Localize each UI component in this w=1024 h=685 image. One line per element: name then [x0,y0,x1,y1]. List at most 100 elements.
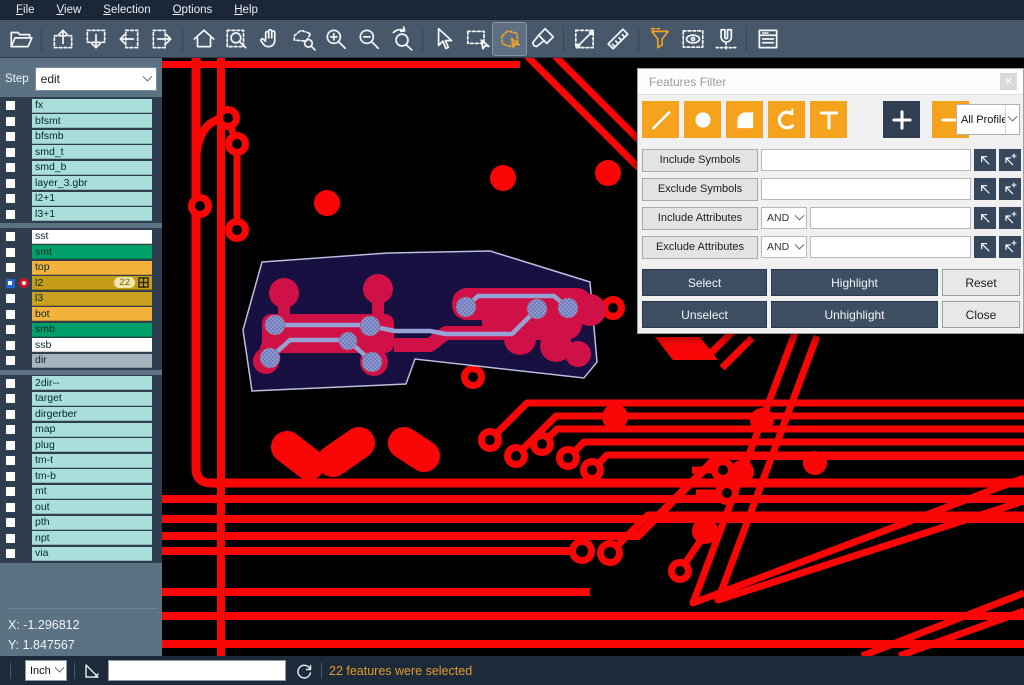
add-filter-button[interactable] [883,101,920,138]
features-filter-funnel-button[interactable] [643,23,676,55]
layer-row-pth[interactable]: pth [0,515,162,531]
dialog-title-bar[interactable]: Features Filter × [638,69,1023,95]
layer-checkbox[interactable] [5,116,16,127]
zoom-out-button[interactable] [352,23,385,55]
exclude-symbols-button[interactable]: Exclude Symbols [642,178,758,201]
layer-checkbox[interactable] [5,424,16,435]
layer-row-bfsmb[interactable]: bfsmb [0,129,162,145]
arrow-nw-button[interactable] [974,149,996,171]
close-icon[interactable]: × [1000,73,1017,90]
layer-row-tm-t[interactable]: tm-t [0,453,162,469]
layer-row-l3+1[interactable]: l3+1 [0,207,162,223]
menu-help[interactable]: Help [224,2,268,18]
layer-row-sst[interactable]: sst [0,229,162,245]
feature-line-button[interactable] [642,101,679,138]
layer-row-smd_t[interactable]: smd_t [0,145,162,161]
clear-brush-button[interactable] [526,23,559,55]
layer-checkbox[interactable] [5,548,16,559]
layer-row-layer_3.gbr[interactable]: layer_3.gbr [0,176,162,192]
zoom-previous-button[interactable] [385,23,418,55]
box-arrow-up-button[interactable] [46,23,79,55]
pointer-select-button[interactable] [427,23,460,55]
layer-row-top[interactable]: top [0,260,162,276]
layer-checkbox[interactable] [5,178,16,189]
menu-options[interactable]: Options [163,2,223,18]
filter-value-input[interactable] [761,178,971,200]
layer-row-2dir--[interactable]: 2dir-- [0,376,162,392]
box-arrow-down-button[interactable] [79,23,112,55]
layer-checkbox[interactable] [5,486,16,497]
layer-row-bfsmt[interactable]: bfsmt [0,114,162,130]
close-button[interactable]: Close [942,301,1020,328]
layer-row-dir[interactable]: dir [0,353,162,369]
layer-checkbox[interactable] [5,355,16,366]
layer-checkbox[interactable] [5,278,16,289]
arrow-nw-button[interactable] [974,236,996,258]
layer-checkbox[interactable] [5,455,16,466]
layer-row-via[interactable]: via [0,546,162,562]
layer-row-l3[interactable]: l3 [0,291,162,307]
include-symbols-button[interactable]: Include Symbols [642,149,758,172]
open-folder-button[interactable] [4,23,37,55]
layer-row-target[interactable]: target [0,391,162,407]
unselect-button[interactable]: Unselect [642,301,767,328]
feature-arc-button[interactable] [768,101,805,138]
polygon-select-button[interactable] [493,23,526,55]
zoom-object-button[interactable] [286,23,319,55]
unit-select[interactable]: Inch [25,660,67,681]
step-select[interactable]: edit [35,67,157,91]
arrow-nw-plus-button[interactable] [999,149,1021,171]
layer-checkbox[interactable] [5,231,16,242]
arrow-nw-plus-button[interactable] [999,178,1021,200]
layer-row-smb[interactable]: smb [0,322,162,338]
layer-checkbox[interactable] [5,471,16,482]
layer-checkbox[interactable] [5,293,16,304]
feature-surface-button[interactable] [726,101,763,138]
layer-row-mt[interactable]: mt [0,484,162,500]
layer-checkbox[interactable] [5,517,16,528]
layer-checkbox[interactable] [5,324,16,335]
layer-row-smt[interactable]: smt [0,245,162,261]
filter-value-input[interactable] [761,149,971,171]
arrow-nw-button[interactable] [974,178,996,200]
snap-magnet-button[interactable] [709,23,742,55]
measure-distance-button[interactable] [568,23,601,55]
layer-checkbox[interactable] [5,100,16,111]
layer-checkbox[interactable] [5,193,16,204]
layer-row-smd_b[interactable]: smd_b [0,160,162,176]
box-arrow-left-button[interactable] [112,23,145,55]
layer-row-l2+1[interactable]: l2+1 [0,191,162,207]
layer-checkbox[interactable] [5,440,16,451]
layer-checkbox[interactable] [5,409,16,420]
layer-row-tm-b[interactable]: tm-b [0,469,162,485]
layer-checkbox[interactable] [5,262,16,273]
layer-checkbox[interactable] [5,309,16,320]
arrow-nw-button[interactable] [974,207,996,229]
layer-checkbox[interactable] [5,209,16,220]
operator-select[interactable]: AND [761,236,807,258]
profile-select[interactable]: All Profile [956,104,1020,135]
feature-text-button[interactable] [810,101,847,138]
layer-row-fx[interactable]: fx [0,98,162,114]
corner-triangle-icon[interactable] [82,661,102,681]
arrow-nw-plus-button[interactable] [999,207,1021,229]
menu-view[interactable]: View [47,2,92,18]
layer-checkbox[interactable] [5,131,16,142]
layer-checkbox[interactable] [5,393,16,404]
menu-file[interactable]: File [6,2,45,18]
filter-value-input[interactable] [810,207,971,229]
layer-row-plug[interactable]: plug [0,438,162,454]
layer-row-ssb[interactable]: ssb [0,338,162,354]
layer-checkbox[interactable] [5,162,16,173]
exclude-attributes-button[interactable]: Exclude Attributes [642,236,758,259]
home-view-button[interactable] [187,23,220,55]
layer-checkbox[interactable] [5,378,16,389]
layer-checkbox[interactable] [5,147,16,158]
menu-selection[interactable]: Selection [93,2,160,18]
pan-hand-button[interactable] [253,23,286,55]
select-button[interactable]: Select [642,269,767,296]
reset-button[interactable]: Reset [942,269,1020,296]
feature-pad-button[interactable] [684,101,721,138]
zoom-fit-region-button[interactable] [220,23,253,55]
show-eye-button[interactable] [676,23,709,55]
